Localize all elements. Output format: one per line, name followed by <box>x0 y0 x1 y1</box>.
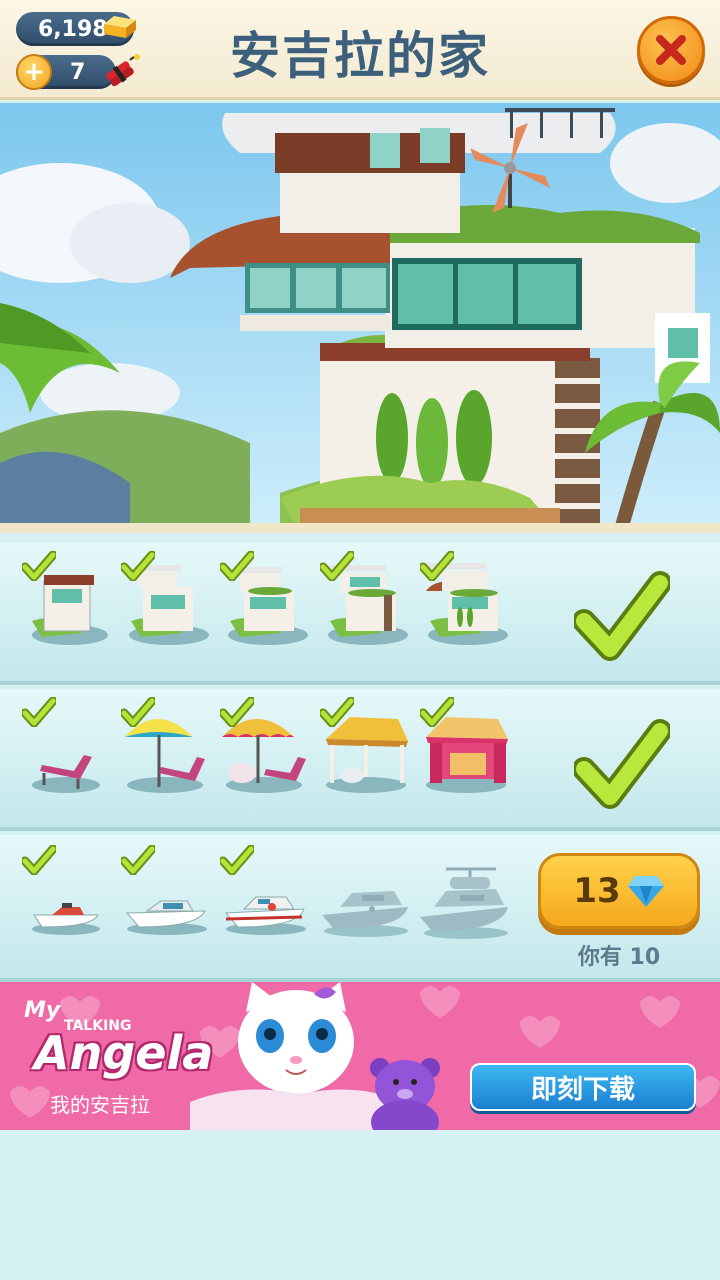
house-scene-illustration <box>0 103 720 533</box>
download-now-button[interactable]: 即刻下载 <box>470 1063 696 1111</box>
owned-check-icon <box>220 845 254 875</box>
add-currency-button[interactable]: + <box>16 54 52 90</box>
teddy-bear <box>370 1058 440 1130</box>
house-level-5-icon <box>420 551 510 671</box>
umbrella-chair-icon <box>121 697 211 817</box>
lounge-chair-icon <box>22 697 112 817</box>
dynamite-icon <box>106 54 140 87</box>
row-complete-check-icon <box>574 571 670 661</box>
gazebo-icon <box>320 697 410 817</box>
ad-logo-angela: Angela <box>34 1026 214 1080</box>
gold-amount: 6,198 <box>38 16 108 42</box>
boat-upgrade-row: 13 你有 10 <box>0 835 720 982</box>
motor-yacht-icon <box>220 845 310 965</box>
speedboat-icon <box>121 845 211 965</box>
locked-helicopter-yacht-icon <box>416 845 508 965</box>
owned-check-icon <box>121 845 155 875</box>
gem-price: 13 <box>573 871 621 911</box>
jet-ski-icon <box>22 845 112 965</box>
page-title: 安吉拉的家 <box>230 27 490 85</box>
owned-check-icon <box>121 551 155 581</box>
owned-check-icon <box>420 697 454 727</box>
top-bar: 6,198 7 + 安吉拉的家 <box>0 0 720 100</box>
owned-check-icon <box>220 551 254 581</box>
owned-check-icon <box>320 697 354 727</box>
umbrella-table-chair-icon <box>220 697 310 817</box>
owned-check-icon <box>420 551 454 581</box>
house-level-1-icon <box>22 551 112 671</box>
close-button[interactable] <box>637 16 705 84</box>
house-upgrade-row <box>0 543 720 685</box>
owned-check-icon <box>22 697 56 727</box>
house-level-2-icon <box>121 551 211 671</box>
buy-upgrade-button[interactable]: 13 <box>538 853 700 929</box>
row-complete-check-icon <box>574 719 670 809</box>
diamond-icon <box>627 876 664 907</box>
owned-check-icon <box>121 697 155 727</box>
owned-check-icon <box>22 845 56 875</box>
close-icon <box>656 35 686 65</box>
ad-subtitle: 我的安吉拉 <box>50 1093 150 1117</box>
dynamite-amount: 7 <box>70 59 86 85</box>
ad-logo-my: My <box>24 998 61 1023</box>
owned-check-icon <box>22 551 56 581</box>
owned-check-icon <box>220 697 254 727</box>
cabana-icon <box>420 697 510 817</box>
house-level-4-icon <box>320 551 410 671</box>
owned-check-icon <box>320 551 354 581</box>
locked-yacht-icon <box>318 845 408 965</box>
house-level-3-icon <box>220 551 310 671</box>
gems-owned-text: 你有 10 <box>577 945 661 970</box>
beach-upgrade-row <box>0 689 720 831</box>
gold-bar-icon <box>104 16 136 38</box>
